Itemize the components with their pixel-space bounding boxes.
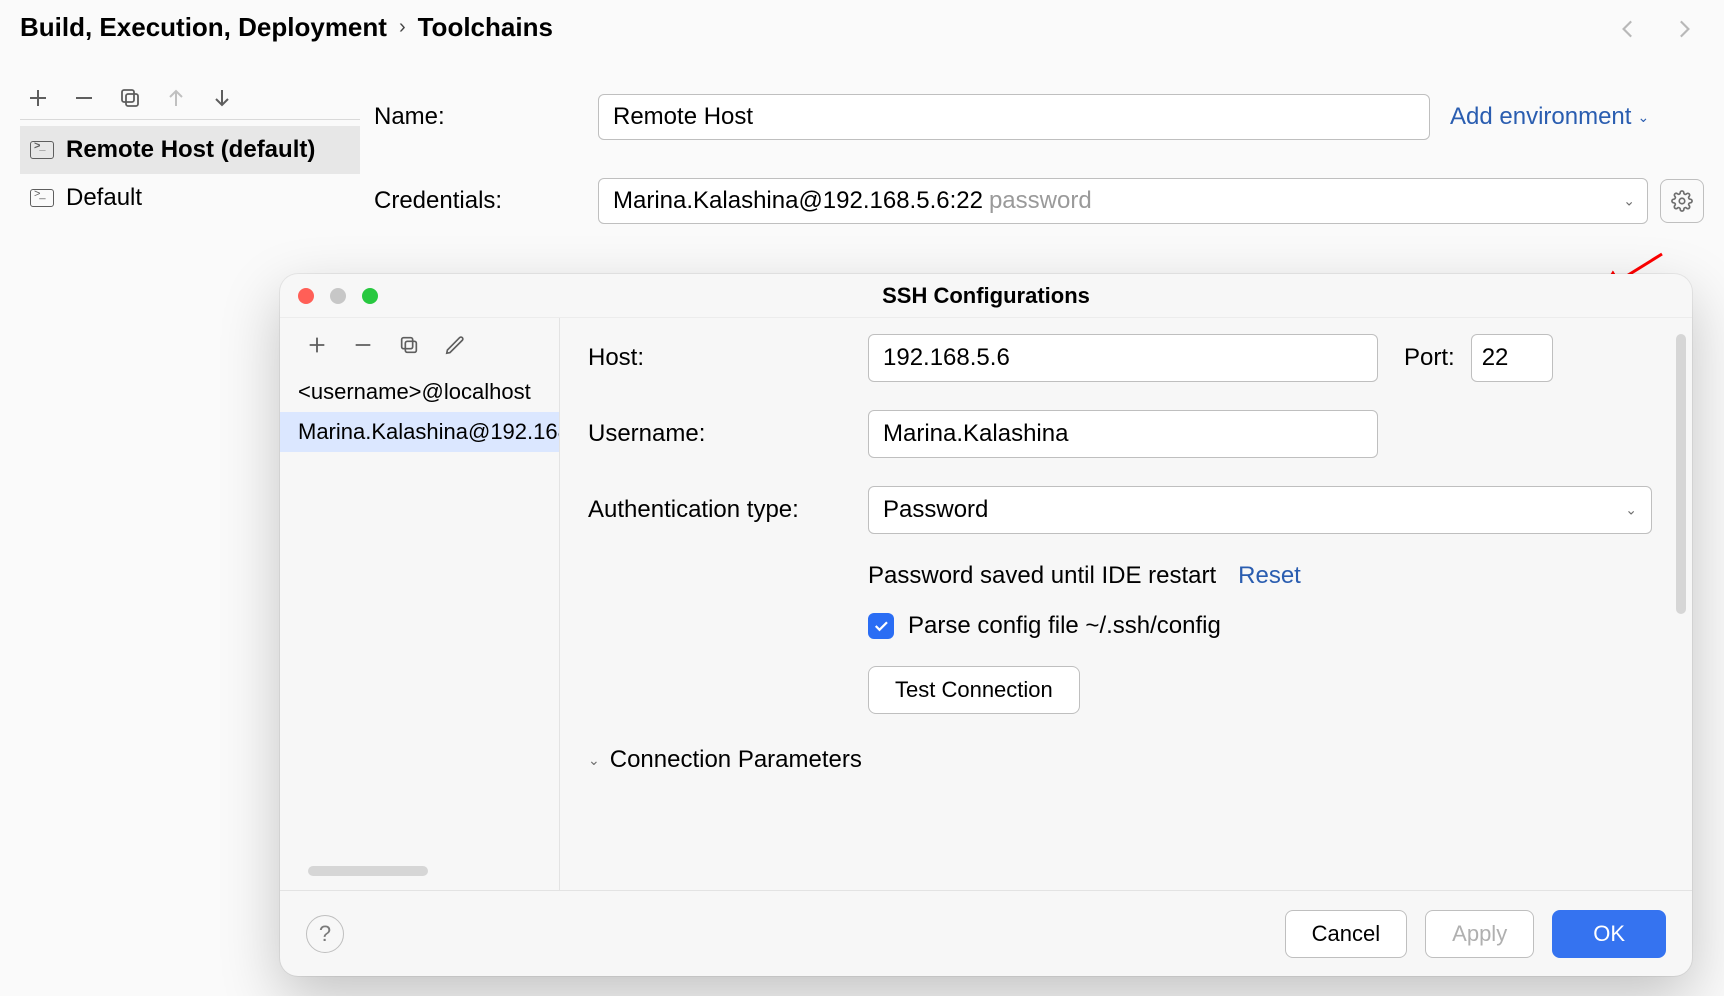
remove-icon[interactable] <box>72 86 96 110</box>
breadcrumb: Build, Execution, Deployment › Toolchain… <box>20 12 553 43</box>
auth-type-value: Password <box>883 496 988 524</box>
host-label: Host: <box>588 344 868 372</box>
toolchain-toolbar <box>20 76 360 120</box>
auth-type-select[interactable]: Password ⌄ <box>868 486 1652 534</box>
credentials-hint: password <box>989 187 1092 215</box>
chevron-down-icon: ⌄ <box>1637 109 1649 126</box>
toolchain-item-remote-host[interactable]: Remote Host (default) <box>20 126 360 174</box>
toolchain-item-label: Default <box>66 184 142 212</box>
cancel-button[interactable]: Cancel <box>1285 910 1407 958</box>
parse-config-checkbox[interactable] <box>868 613 894 639</box>
terminal-icon <box>30 141 54 159</box>
back-icon[interactable] <box>1616 16 1642 42</box>
dialog-titlebar: SSH Configurations <box>280 274 1692 318</box>
move-up-icon[interactable] <box>164 86 188 110</box>
add-icon[interactable] <box>306 334 328 356</box>
config-item-label: <username>@localhost <box>298 379 531 405</box>
toolchain-item-default[interactable]: Default <box>20 174 360 222</box>
config-toolbar <box>280 318 559 372</box>
chevron-right-icon: › <box>399 16 406 39</box>
copy-icon[interactable] <box>118 86 142 110</box>
window-controls <box>298 288 378 304</box>
breadcrumb-parent[interactable]: Build, Execution, Deployment <box>20 12 387 43</box>
ssh-configurations-dialog: SSH Configurations <usernam <box>280 274 1692 976</box>
vertical-scrollbar[interactable] <box>1676 334 1686 614</box>
toolchain-list: Remote Host (default) Default <box>20 126 360 222</box>
config-item-label: Marina.Kalashina@192.168.5.6:22 <box>298 419 559 445</box>
config-item-marina[interactable]: Marina.Kalashina@192.168.5.6:22 <box>280 412 559 452</box>
port-label: Port: <box>1404 344 1455 372</box>
add-environment-label: Add environment <box>1450 103 1631 131</box>
config-list-panel: <username>@localhost Marina.Kalashina@19… <box>280 318 560 890</box>
credentials-value: Marina.Kalashina@192.168.5.6:22 <box>613 187 983 215</box>
copy-icon[interactable] <box>398 334 420 356</box>
edit-icon[interactable] <box>444 334 466 356</box>
terminal-icon <box>30 189 54 207</box>
minimize-window-icon[interactable] <box>330 288 346 304</box>
username-input[interactable] <box>868 410 1378 458</box>
horizontal-scrollbar[interactable] <box>308 866 428 876</box>
chevron-down-icon: ⌄ <box>1623 193 1635 210</box>
parse-config-label: Parse config file ~/.ssh/config <box>908 612 1221 640</box>
dialog-body: <username>@localhost Marina.Kalashina@19… <box>280 318 1692 890</box>
name-input[interactable] <box>598 94 1430 140</box>
toolchain-item-label: Remote Host (default) <box>66 136 315 164</box>
chevron-down-icon: ⌄ <box>1625 502 1637 519</box>
connection-parameters-section[interactable]: ⌄ Connection Parameters <box>588 746 1652 774</box>
test-connection-button[interactable]: Test Connection <box>868 666 1080 714</box>
auth-type-label: Authentication type: <box>588 496 868 524</box>
remove-icon[interactable] <box>352 334 374 356</box>
add-icon[interactable] <box>26 86 50 110</box>
help-button[interactable]: ? <box>306 915 344 953</box>
dialog-title: SSH Configurations <box>882 283 1090 309</box>
credentials-select[interactable]: Marina.Kalashina@192.168.5.6:22 password… <box>598 178 1648 224</box>
config-form: Host: Port: Username: Authentication typ… <box>560 318 1692 890</box>
config-list: <username>@localhost Marina.Kalashina@19… <box>280 372 559 452</box>
ok-button[interactable]: OK <box>1552 910 1666 958</box>
apply-button[interactable]: Apply <box>1425 910 1534 958</box>
nav-arrows <box>1616 16 1696 42</box>
config-item-localhost[interactable]: <username>@localhost <box>280 372 559 412</box>
close-window-icon[interactable] <box>298 288 314 304</box>
password-saved-hint: Password saved until IDE restart <box>868 562 1216 590</box>
name-label: Name: <box>374 103 598 131</box>
credentials-settings-button[interactable] <box>1660 179 1704 223</box>
host-input[interactable] <box>868 334 1378 382</box>
dialog-footer: ? Cancel Apply OK <box>280 890 1692 976</box>
forward-icon[interactable] <box>1670 16 1696 42</box>
move-down-icon[interactable] <box>210 86 234 110</box>
zoom-window-icon[interactable] <box>362 288 378 304</box>
username-label: Username: <box>588 420 868 448</box>
port-input[interactable] <box>1471 334 1553 382</box>
reset-link[interactable]: Reset <box>1238 562 1301 590</box>
breadcrumb-current: Toolchains <box>418 12 553 43</box>
chevron-down-icon: ⌄ <box>588 752 600 769</box>
connection-parameters-label: Connection Parameters <box>610 746 862 774</box>
credentials-label: Credentials: <box>374 187 598 215</box>
add-environment-link[interactable]: Add environment ⌄ <box>1450 103 1649 131</box>
